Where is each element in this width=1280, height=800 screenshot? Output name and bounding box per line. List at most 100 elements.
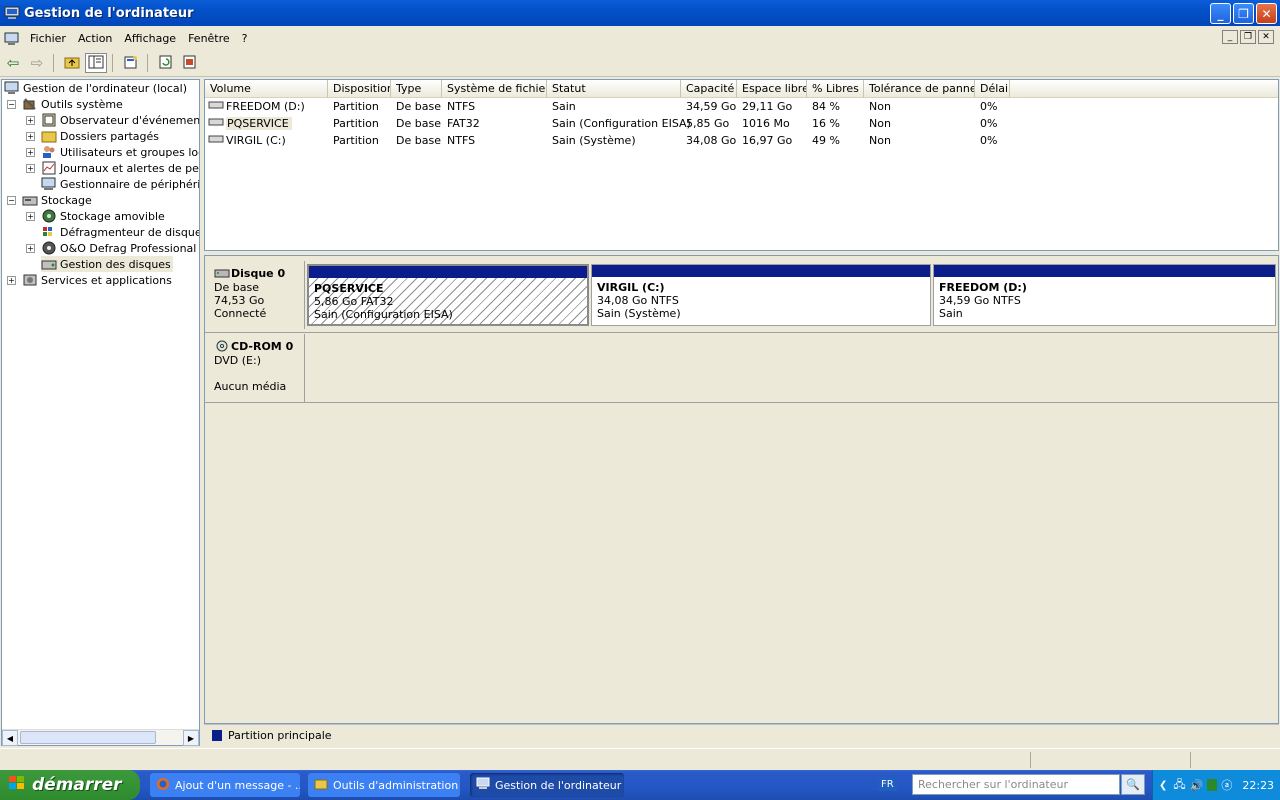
tree-node-outils-systeme[interactable]: Outils système — [22, 96, 123, 112]
partition-status: Sain (Configuration EISA) — [314, 308, 453, 321]
tree-horizontal-scrollbar[interactable]: ◀ ▶ — [2, 729, 199, 746]
menu-affichage[interactable]: Affichage — [118, 32, 182, 45]
column-header-fault-tolerance[interactable]: Tolérance de pannes — [864, 80, 975, 98]
show-tree-button[interactable] — [85, 53, 107, 73]
tree-node-journaux[interactable]: Journaux et alertes de perfo — [41, 160, 199, 176]
tree-label: Gestionnaire de périphérique — [60, 177, 199, 191]
forward-button[interactable]: ⇨ — [26, 53, 48, 73]
tree-node-root[interactable]: Gestion de l'ordinateur (local) — [4, 80, 187, 96]
title-bar[interactable]: Gestion de l'ordinateur _ ❐ ✕ — [0, 0, 1280, 26]
partition-bar — [934, 265, 1275, 277]
divider — [205, 402, 1278, 403]
collapse-toggle[interactable]: − — [7, 100, 16, 109]
mdi-restore-button[interactable]: ❐ — [1240, 30, 1256, 44]
restore-button[interactable]: ❐ — [1233, 3, 1254, 24]
column-header-percent-free[interactable]: % Libres — [807, 80, 864, 98]
partition-pqservice[interactable]: PQSERVICE 5,86 Go FAT32 Sain (Configurat… — [307, 264, 589, 326]
column-header-disposition[interactable]: Disposition — [328, 80, 391, 98]
arrow-left-icon: ◀ — [6, 733, 14, 743]
table-cell: Partition — [333, 100, 379, 113]
expand-toggle[interactable]: + — [26, 212, 35, 221]
tree-node-dossiers-partages[interactable]: Dossiers partagés — [41, 128, 199, 144]
menu-fichier[interactable]: Fichier — [24, 32, 72, 45]
refresh-button[interactable] — [155, 53, 177, 73]
language-indicator[interactable]: FR — [878, 778, 897, 791]
battery-icon[interactable] — [1207, 779, 1218, 791]
column-header-overhead[interactable]: Délai — [975, 80, 1010, 98]
partition-virgil[interactable]: VIRGIL (C:) 34,08 Go NTFS Sain (Système) — [591, 264, 931, 326]
mdi-minimize-button[interactable]: _ — [1222, 30, 1238, 44]
network-icon[interactable]: 🖧 — [1173, 776, 1185, 795]
scrollbar-thumb[interactable] — [20, 731, 156, 744]
tree-node-gestionnaire[interactable]: Gestionnaire de périphérique — [41, 176, 199, 192]
column-header-status[interactable]: Statut — [547, 80, 681, 98]
taskbar-item-admin-tools[interactable]: Outils d'administration — [308, 773, 460, 797]
partition-status: Sain (Système) — [597, 307, 681, 320]
tree-label: Outils système — [41, 97, 123, 111]
column-header-capacity[interactable]: Capacité — [681, 80, 737, 98]
tree-node-defragmenteur[interactable]: Défragmenteur de disque — [41, 224, 199, 240]
column-header-filesystem[interactable]: Système de fichiers — [442, 80, 547, 98]
column-header-type[interactable]: Type — [391, 80, 442, 98]
tree-node-services[interactable]: Services et applications — [22, 272, 172, 288]
removable-storage-icon — [41, 209, 57, 223]
legend-swatch — [212, 730, 222, 741]
close-icon: ✕ — [1261, 6, 1272, 21]
mdi-close-button[interactable]: ✕ — [1258, 30, 1274, 44]
volume-name: VIRGIL (C:) — [226, 134, 286, 147]
up-folder-icon — [64, 55, 80, 72]
back-icon: ⇦ — [6, 54, 20, 72]
table-cell: 0% — [980, 100, 998, 113]
mmc-document-icon[interactable] — [4, 32, 20, 46]
expand-toggle[interactable]: + — [26, 148, 35, 157]
minimize-button[interactable]: _ — [1210, 3, 1231, 24]
scroll-right-button[interactable]: ▶ — [183, 730, 199, 746]
tree-node-gestion-disques[interactable]: Gestion des disques — [41, 256, 173, 272]
disk-size: 74,53 Go — [214, 294, 265, 307]
volume-cell: PQSERVICE — [205, 115, 292, 132]
taskbar-item-message[interactable]: Ajout d'un message - ... — [150, 773, 300, 797]
start-label: démarrer — [32, 775, 122, 795]
disk-0-label[interactable]: Disque 0 De base 74,53 Go Connecté — [208, 261, 305, 329]
volume-icon[interactable]: 🔊 — [1190, 779, 1204, 792]
start-button[interactable]: démarrer — [0, 770, 140, 800]
cdrom-0-label[interactable]: CD-ROM 0 DVD (E:) Aucun média — [208, 334, 305, 402]
table-cell: Non — [869, 100, 891, 113]
taskbar-item-computer-management[interactable]: Gestion de l'ordinateur — [470, 773, 624, 797]
partition-bar — [592, 265, 930, 277]
tree-node-oo-defrag[interactable]: O&O Defrag Professional Edi — [41, 240, 199, 256]
column-header-volume[interactable]: Volume — [205, 80, 328, 98]
column-header-free-space[interactable]: Espace libre — [737, 80, 807, 98]
taskbar-item-label: Outils d'administration — [333, 778, 459, 792]
scroll-left-button[interactable]: ◀ — [2, 730, 18, 746]
help-button[interactable] — [179, 53, 201, 73]
desktop-search-input[interactable]: Rechercher sur l'ordinateur — [912, 774, 1120, 795]
tree-node-utilisateurs[interactable]: Utilisateurs et groupes locau: — [41, 144, 199, 160]
tray-chevron-icon[interactable]: ❮ — [1159, 780, 1167, 791]
tree-label: Stockage — [41, 193, 92, 207]
expand-toggle[interactable]: + — [26, 244, 35, 253]
tree-node-stockage-amovible[interactable]: Stockage amovible — [41, 208, 199, 224]
close-button[interactable]: ✕ — [1256, 3, 1277, 24]
up-folder-button[interactable] — [61, 53, 83, 73]
back-button[interactable]: ⇦ — [2, 53, 24, 73]
expand-toggle[interactable]: + — [26, 116, 35, 125]
menu-help[interactable]: ? — [236, 32, 254, 45]
menu-fenetre[interactable]: Fenêtre — [182, 32, 236, 45]
search-button[interactable]: 🔍 — [1121, 774, 1145, 795]
antivirus-icon[interactable]: ⓐ — [1221, 777, 1232, 793]
expand-toggle[interactable]: + — [7, 276, 16, 285]
clock[interactable]: 22:23 — [1242, 779, 1274, 792]
partition-size: 34,59 Go NTFS — [939, 294, 1021, 307]
properties-button[interactable] — [120, 53, 142, 73]
partition-freedom[interactable]: FREEDOM (D:) 34,59 Go NTFS Sain — [933, 264, 1276, 326]
tree-label: Services et applications — [41, 273, 172, 287]
expand-toggle[interactable]: + — [26, 132, 35, 141]
collapse-toggle[interactable]: − — [7, 196, 16, 205]
tree-node-stockage[interactable]: Stockage — [22, 192, 92, 208]
menu-action[interactable]: Action — [72, 32, 118, 45]
tree-node-observateur[interactable]: Observateur d'événements — [41, 112, 199, 128]
table-cell: Sain (Système) — [552, 134, 636, 147]
table-cell: Non — [869, 117, 891, 130]
expand-toggle[interactable]: + — [26, 164, 35, 173]
